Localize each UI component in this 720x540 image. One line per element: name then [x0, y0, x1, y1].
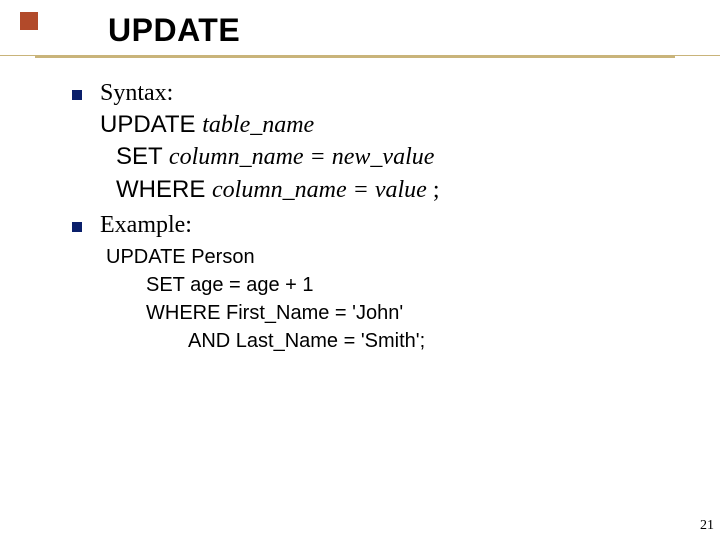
bullet-label-example: Example:: [100, 212, 192, 239]
syntax-table-name: table_name: [202, 112, 314, 138]
bullet-syntax: Syntax:: [72, 80, 720, 107]
bullet-label-syntax: Syntax:: [100, 80, 173, 107]
syntax-semicolon: ;: [433, 177, 440, 203]
syntax-line-2: SET column_name = new_value: [116, 141, 720, 173]
syntax-where-expr: column_name = value: [212, 177, 433, 203]
syntax-line-1: UPDATE table_name: [100, 109, 720, 141]
page-number: 21: [700, 518, 714, 534]
content-area: Syntax: UPDATE table_name SET column_nam…: [72, 80, 720, 355]
example-line-1: UPDATE Person: [106, 243, 720, 271]
title-region: UPDATE: [0, 0, 720, 58]
bullet-square-icon: [72, 90, 82, 100]
accent-square: [20, 12, 38, 30]
example-line-4: AND Last_Name = 'Smith';: [188, 327, 720, 355]
syntax-kw-set: SET: [116, 143, 169, 170]
example-line-3: WHERE First_Name = 'John': [146, 299, 720, 327]
syntax-line-3: WHERE column_name = value ;: [116, 174, 720, 206]
bullet-square-icon: [72, 222, 82, 232]
example-line-2: SET age = age + 1: [146, 271, 720, 299]
syntax-set-expr: column_name = new_value: [169, 144, 434, 170]
syntax-kw-where: WHERE: [116, 176, 212, 203]
title-underline: [0, 55, 720, 58]
slide-title: UPDATE: [108, 12, 720, 49]
syntax-kw-update: UPDATE: [100, 111, 202, 138]
bullet-example: Example:: [72, 212, 720, 239]
example-block: UPDATE Person SET age = age + 1 WHERE Fi…: [106, 243, 720, 355]
syntax-block: UPDATE table_name SET column_name = new_…: [100, 109, 720, 206]
